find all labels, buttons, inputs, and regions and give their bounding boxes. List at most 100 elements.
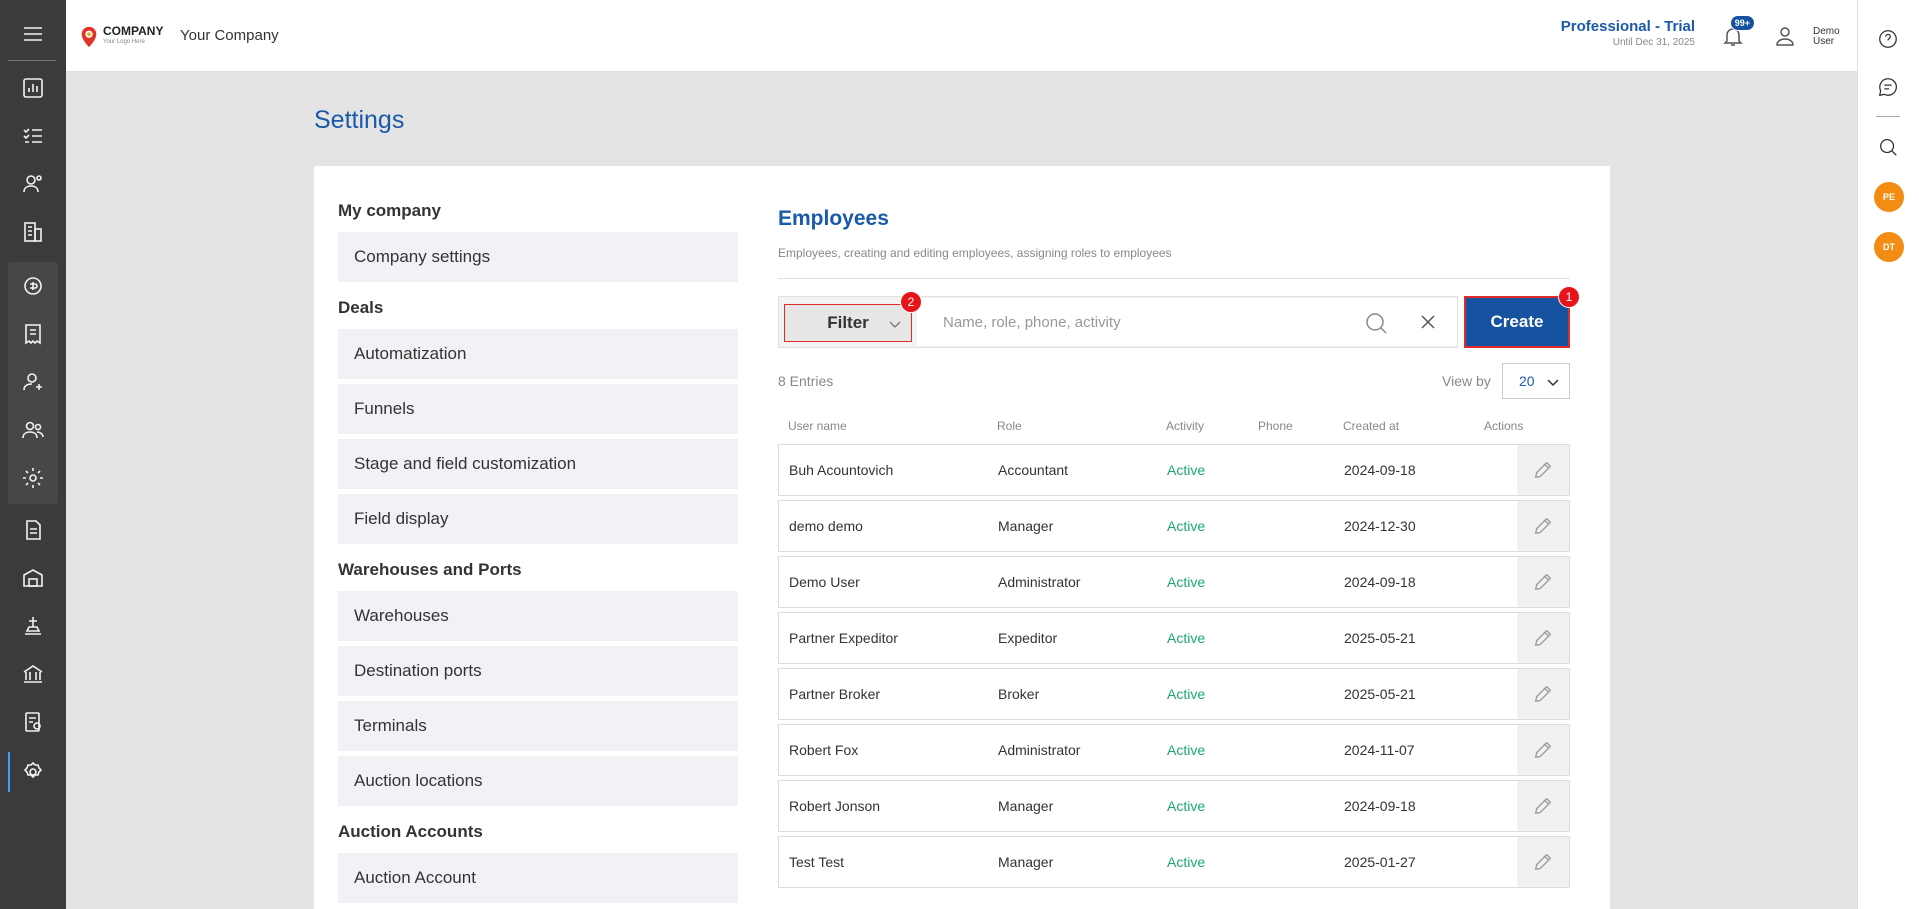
employees-toolbar: Filter 2: [778, 291, 1458, 348]
nav-item-auction-locations[interactable]: Auction locations: [338, 756, 738, 806]
table-row[interactable]: Robert Jonson Manager Active 2024-09-18: [778, 780, 1570, 832]
cell-username: Robert Jonson: [789, 798, 881, 814]
company-logo[interactable]: COMPANY Your Logo Here: [78, 22, 170, 52]
report-icon[interactable]: [8, 700, 58, 744]
nav-item-destination-ports[interactable]: Destination ports: [338, 646, 738, 696]
employees-subtitle: Employees, creating and editing employee…: [778, 246, 1172, 260]
nav-item-company-settings[interactable]: Company settings: [338, 232, 738, 282]
cell-activity: Active: [1167, 462, 1206, 478]
plan-info[interactable]: Professional - Trial Until Dec 31, 2025: [1561, 18, 1695, 48]
plan-until: Until Dec 31, 2025: [1612, 37, 1695, 48]
page-title: Settings: [314, 106, 405, 134]
cell-role: Expeditor: [998, 630, 1058, 646]
search-icon[interactable]: [1877, 136, 1899, 158]
nav-section-deals: Deals: [338, 298, 384, 317]
cell-role: Accountant: [998, 462, 1069, 478]
warehouse-icon[interactable]: [8, 556, 58, 600]
cell-created: 2024-09-18: [1344, 574, 1416, 590]
edit-button[interactable]: [1517, 445, 1569, 495]
cell-role: Administrator: [998, 742, 1081, 758]
nav-item-terminals[interactable]: Terminals: [338, 701, 738, 751]
cell-username: Demo User: [789, 574, 860, 590]
edit-button[interactable]: [1517, 725, 1569, 775]
deals-icon[interactable]: [8, 264, 58, 308]
cell-activity: Active: [1167, 742, 1206, 758]
tasks-icon[interactable]: [8, 114, 58, 158]
cell-created: 2025-05-21: [1344, 630, 1416, 646]
invoices-icon[interactable]: [8, 312, 58, 356]
chevron-down-icon: [1547, 379, 1559, 387]
cell-username: Partner Expeditor: [789, 630, 898, 646]
edit-button[interactable]: [1517, 837, 1569, 887]
column-header-actions: Actions: [1484, 419, 1524, 433]
pencil-icon: [1534, 685, 1552, 703]
divider: [778, 278, 1570, 279]
nav-item-automatization[interactable]: Automatization: [338, 329, 738, 379]
document-icon[interactable]: [8, 508, 58, 552]
nav-item-funnels[interactable]: Funnels: [338, 384, 738, 434]
table-row[interactable]: Partner Broker Broker Active 2025-05-21: [778, 668, 1570, 720]
create-button[interactable]: Create: [1464, 296, 1570, 348]
nav-item-field-display[interactable]: Field display: [338, 494, 738, 544]
logo-sub: Your Logo Here: [103, 39, 145, 45]
right-sidebar: PE DT: [1857, 0, 1919, 909]
avatar-pe[interactable]: PE: [1874, 182, 1904, 212]
edit-button[interactable]: [1517, 557, 1569, 607]
column-header-activity: Activity: [1166, 419, 1205, 433]
edit-button[interactable]: [1517, 669, 1569, 719]
cell-activity: Active: [1167, 574, 1206, 590]
table-row[interactable]: Robert Fox Administrator Active 2024-11-…: [778, 724, 1570, 776]
companies-icon[interactable]: [8, 210, 58, 254]
port-icon[interactable]: [8, 604, 58, 648]
dashboard-icon[interactable]: [8, 66, 58, 110]
nav-item-warehouses[interactable]: Warehouses: [338, 591, 738, 641]
chat-icon[interactable]: [1877, 76, 1899, 98]
plan-title: Professional - Trial: [1560, 18, 1695, 35]
search-icon[interactable]: [1364, 311, 1388, 335]
viewby-select[interactable]: 20: [1502, 363, 1570, 399]
avatar-dt[interactable]: DT: [1874, 232, 1904, 262]
pencil-icon: [1534, 517, 1552, 535]
table-row[interactable]: Partner Expeditor Expeditor Active 2025-…: [778, 612, 1570, 664]
auction-icon[interactable]: [8, 652, 58, 696]
settings-icon[interactable]: [8, 750, 58, 794]
column-header-username: User name: [788, 419, 847, 433]
menu-icon[interactable]: [8, 12, 58, 56]
top-header: COMPANY Your Logo Here Your Company Prof…: [66, 0, 1857, 72]
cell-role: Manager: [998, 854, 1054, 870]
pencil-icon: [1534, 573, 1552, 591]
nav-item-stage-field-customization[interactable]: Stage and field customization: [338, 439, 738, 489]
table-row[interactable]: Test Test Manager Active 2025-01-27: [778, 836, 1570, 888]
viewby-label: View by: [1442, 373, 1491, 389]
edit-button[interactable]: [1517, 781, 1569, 831]
cell-role: Broker: [998, 686, 1040, 702]
cell-username: Partner Broker: [789, 686, 881, 702]
cell-activity: Active: [1167, 630, 1206, 646]
edit-button[interactable]: [1517, 501, 1569, 551]
filter-button[interactable]: Filter: [784, 304, 912, 342]
user-icon[interactable]: [1773, 24, 1797, 48]
column-header-phone: Phone: [1258, 419, 1293, 433]
gear-icon[interactable]: [8, 456, 58, 500]
cell-activity: Active: [1167, 798, 1206, 814]
nav-item-auction-account[interactable]: Auction Account: [338, 853, 738, 903]
client-icon[interactable]: [8, 360, 58, 404]
pencil-icon: [1534, 461, 1552, 479]
cell-username: demo demo: [789, 518, 863, 534]
cell-created: 2024-09-18: [1344, 462, 1416, 478]
team-icon[interactable]: [8, 408, 58, 452]
help-icon[interactable]: [1877, 28, 1899, 50]
nav-section-auction-accounts: Auction Accounts: [338, 822, 483, 841]
table-row[interactable]: Demo User Administrator Active 2024-09-1…: [778, 556, 1570, 608]
table-row[interactable]: Buh Acountovich Accountant Active 2024-0…: [778, 444, 1570, 496]
contacts-icon[interactable]: [8, 162, 58, 206]
edit-button[interactable]: [1517, 613, 1569, 663]
pencil-icon: [1534, 853, 1552, 871]
user-name[interactable]: Demo User: [1813, 27, 1847, 47]
pencil-icon: [1534, 629, 1552, 647]
search-input[interactable]: [919, 298, 1339, 346]
cell-role: Administrator: [998, 574, 1081, 590]
close-icon[interactable]: [1419, 313, 1437, 331]
pencil-icon: [1534, 797, 1552, 815]
table-row[interactable]: demo demo Manager Active 2024-12-30: [778, 500, 1570, 552]
